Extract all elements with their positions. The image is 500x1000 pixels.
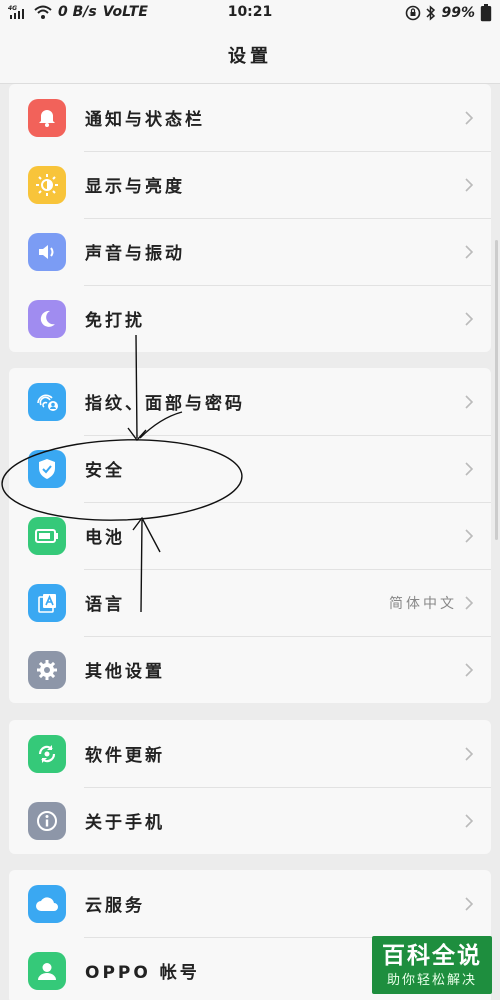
rotation-lock-icon	[406, 5, 421, 21]
update-icon	[28, 734, 66, 773]
watermark-title: 百科全说	[382, 942, 482, 969]
account-icon	[28, 951, 66, 990]
language-value: 简体中文	[389, 595, 457, 612]
chevron-right-icon	[465, 746, 474, 761]
row-label: 免打扰	[85, 311, 145, 331]
brightness-icon	[28, 165, 66, 204]
fingerprint-face-icon	[28, 382, 66, 421]
row-label: 其他设置	[85, 662, 165, 682]
row-other-settings[interactable]: 其他设置	[9, 636, 491, 703]
battery-percent: 99%	[441, 5, 475, 21]
battery-status-icon	[480, 4, 492, 22]
row-label: OPPO 帐号	[85, 963, 200, 983]
chevron-right-icon	[465, 244, 474, 259]
row-label: 通知与状态栏	[85, 110, 205, 130]
settings-group-2: 指纹、面部与密码 安全 电池 语言 简体中文 其他设置	[9, 368, 491, 703]
chevron-right-icon	[465, 177, 474, 192]
row-fingerprint-face-password[interactable]: 指纹、面部与密码	[9, 368, 491, 435]
row-language[interactable]: 语言 简体中文	[9, 569, 491, 636]
speaker-icon	[28, 232, 66, 271]
row-label: 声音与振动	[85, 244, 185, 264]
row-label: 安全	[85, 461, 125, 481]
cloud-icon	[28, 884, 66, 923]
row-cloud-service[interactable]: 云服务	[9, 870, 491, 937]
scrollbar[interactable]	[495, 240, 498, 540]
row-label: 电池	[85, 528, 125, 548]
row-label: 关于手机	[85, 813, 165, 833]
row-security[interactable]: 安全	[9, 435, 491, 502]
chevron-right-icon	[465, 394, 474, 409]
row-notifications[interactable]: 通知与状态栏	[9, 84, 491, 151]
bluetooth-icon	[426, 5, 436, 21]
chevron-right-icon	[465, 311, 474, 326]
moon-icon	[28, 299, 66, 338]
row-label: 软件更新	[85, 746, 165, 766]
chevron-right-icon	[465, 896, 474, 911]
row-sound[interactable]: 声音与振动	[9, 218, 491, 285]
settings-group-1: 通知与状态栏 显示与亮度 声音与振动 免打扰	[9, 84, 491, 352]
settings-group-3: 软件更新 关于手机	[9, 720, 491, 854]
chevron-right-icon	[465, 528, 474, 543]
row-display[interactable]: 显示与亮度	[9, 151, 491, 218]
chevron-right-icon	[465, 461, 474, 476]
battery-icon	[28, 516, 66, 555]
watermark-logo: 百科全说 助你轻松解决	[372, 936, 492, 994]
row-label: 指纹、面部与密码	[85, 394, 245, 414]
shield-icon	[28, 449, 66, 488]
chevron-right-icon	[465, 595, 474, 610]
info-icon	[28, 801, 66, 840]
row-battery[interactable]: 电池	[9, 502, 491, 569]
row-software-update[interactable]: 软件更新	[9, 720, 491, 787]
gear-icon	[28, 650, 66, 689]
language-icon	[28, 583, 66, 622]
page-title: 设置	[228, 45, 272, 67]
page-header: 设置	[0, 26, 500, 84]
row-about-phone[interactable]: 关于手机	[9, 787, 491, 854]
chevron-right-icon	[465, 110, 474, 125]
row-do-not-disturb[interactable]: 免打扰	[9, 285, 491, 352]
row-label: 语言	[85, 595, 125, 615]
row-label: 云服务	[85, 896, 145, 916]
bell-icon	[28, 98, 66, 137]
chevron-right-icon	[465, 813, 474, 828]
row-label: 显示与亮度	[85, 177, 185, 197]
status-right: 99%	[405, 4, 492, 22]
chevron-right-icon	[465, 662, 474, 677]
status-bar: 4G 0 B/s VoLTE 10:21 99%	[0, 0, 500, 26]
watermark-subtitle: 助你轻松解决	[386, 972, 477, 988]
